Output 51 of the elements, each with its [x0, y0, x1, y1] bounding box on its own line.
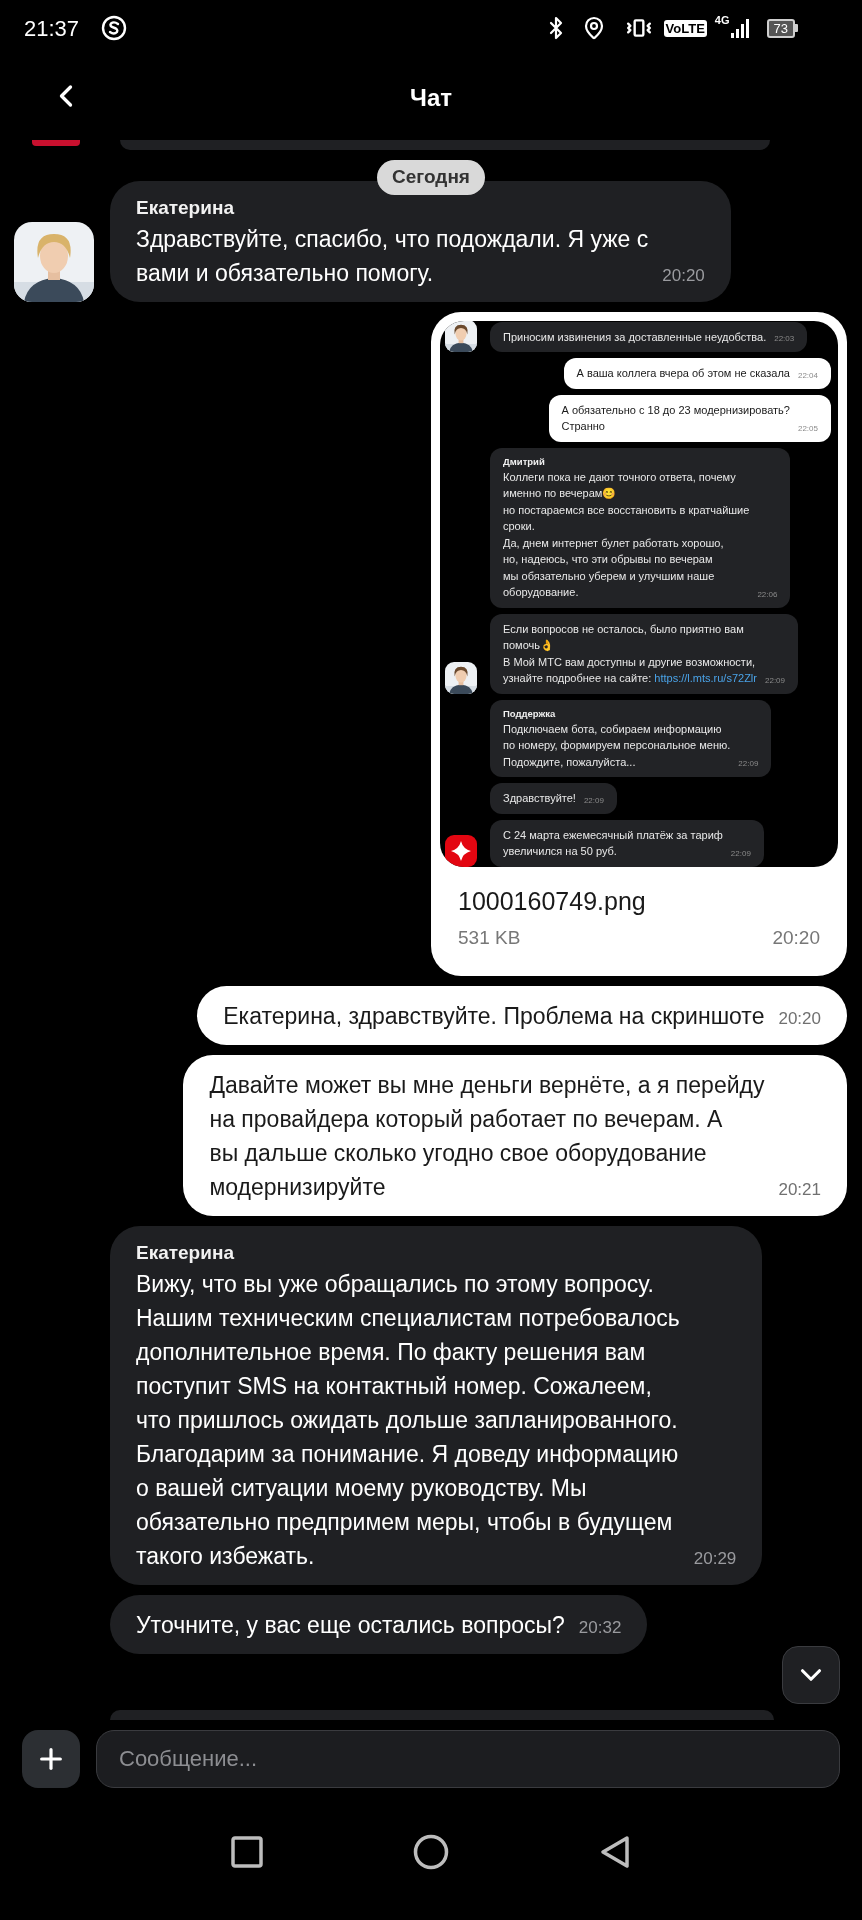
header-title: Чат — [410, 83, 452, 113]
circle-icon[interactable] — [413, 1834, 449, 1870]
message-time: 20:20 — [662, 264, 705, 287]
message-time: 20:20 — [778, 1007, 821, 1030]
message-text: Екатерина, здравствуйте. Проблема на скриншоте — [223, 1001, 765, 1031]
file-name: 1000160749.png — [457, 885, 647, 917]
message-time: 20:32 — [578, 1616, 622, 1639]
message-text: А ваша коллега вчера об этом не сказала — [576, 366, 790, 381]
message-time: 20:29 — [693, 1547, 737, 1570]
message-time: 22:03 — [774, 333, 795, 345]
message-text: Подключаем бота, собираем информацию по номеру, формируем персональное меню. Подождите, пожалуйста... — [503, 721, 731, 770]
message-text: Вижу, что вы уже обращались по этому вопросу. Нашим техническим специалистам потребовалось дополнительное время. По факту решения вам поступит SMS на контактный номер. Сожалеем, что пришлось ожидать дольше запланированного. Благодарим за понимание. Я доведу информацию о вашей ситуации моему руководству. Мы обязательно предпримем меры, чтобы в будущем такого избежать. — [136, 1269, 680, 1571]
message-time: 22:09 — [738, 758, 759, 770]
triangle-icon[interactable] — [599, 1835, 631, 1869]
message-time: 22:09 — [583, 794, 604, 807]
volte-badge: VoLTE — [663, 19, 707, 37]
message-text: А обязательно с 18 до 23 модернизировать? Странно — [561, 402, 790, 434]
message-time: 22:04 — [797, 369, 818, 382]
logo-icon — [445, 834, 477, 867]
author-name: Поддержка — [503, 706, 557, 721]
message-time: 20:20 — [772, 926, 820, 950]
attachment-card[interactable] — [431, 311, 847, 976]
message-time: 22:09 — [765, 674, 785, 687]
message-text: Если вопросов не осталось, было приятно вам помочь👌 В Мой МТС вам доступны и другие возможности, узнайте подробнее на сайте: https://l.mts.ru/s72Zlr — [503, 621, 757, 686]
author-name: Екатерина — [136, 195, 235, 220]
author-name: Дмитрий — [503, 454, 546, 469]
message-field[interactable]: Сообщение... — [96, 1730, 840, 1788]
date-chip: Сегодня — [377, 160, 485, 195]
message-text: С 24 марта ежемесячный платёж за тариф увеличился на 50 руб. — [503, 827, 723, 859]
message-time: 22:06 — [757, 588, 778, 601]
scroll-down-button[interactable] — [782, 1646, 840, 1704]
message-text: Приносим извинения за доставленные неудобства. — [503, 329, 767, 345]
file-size: 531 KB — [458, 926, 521, 950]
signal-icon — [730, 18, 749, 38]
message-text: Здравствуйте! — [503, 791, 576, 806]
accent-strip — [32, 140, 80, 146]
square-icon[interactable] — [231, 1836, 263, 1868]
message-text: Коллеги пока не дают точного ответа, почему именно по вечерам😊 но постараемся все восстановить в кратчайшие сроки. Да, днем интернет булет работать хорошо, но, надеюсь, что эти обрывы по вечерам мы обязательно уберем и улучшим наше оборудование. — [503, 469, 750, 600]
message-time: 20:21 — [778, 1178, 821, 1201]
message-time: 22:05 — [797, 422, 818, 435]
message-text: Давайте может вы мне деньги вернёте, а я перейду на провайдера который работает по вечерам. А вы дальше сколько угодно свое оборудование модернизируйте — [209, 1070, 765, 1202]
add-button[interactable] — [22, 1730, 80, 1788]
message-text: Здравствуйте, спасибо, что подождали. Я уже с вами и обязательно помогу. — [136, 224, 649, 288]
status-time: 21:37 — [24, 14, 80, 43]
author-name: Екатерина — [136, 1240, 235, 1265]
skype-icon — [101, 15, 128, 41]
message-text: Уточните, у вас еще остались вопросы? — [136, 1610, 565, 1640]
battery-indicator: 73 — [766, 18, 798, 38]
message-time: 22:09 — [730, 847, 751, 860]
network-type: 4G — [714, 13, 730, 28]
link[interactable]: https://l.mts.ru/s72Zlr — [654, 672, 757, 684]
